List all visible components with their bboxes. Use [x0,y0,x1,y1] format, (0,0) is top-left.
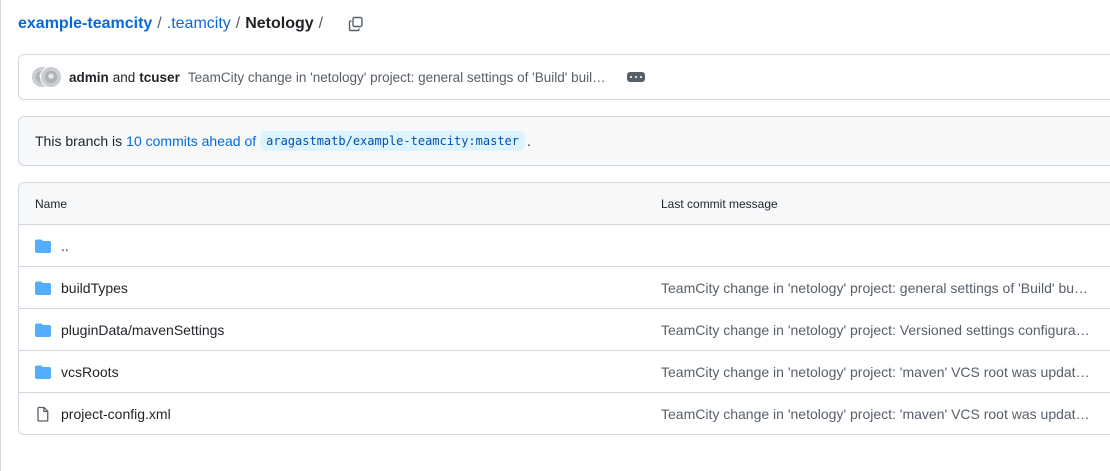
row-commit-message[interactable]: TeamCity change in 'netology' project: V… [661,322,1091,338]
table-row[interactable]: buildTypes TeamCity change in 'netology'… [19,267,1110,309]
breadcrumb-separator: / [157,15,162,32]
table-row[interactable]: pluginData/mavenSettings TeamCity change… [19,309,1110,351]
breadcrumb-current: Netology [245,15,314,32]
breadcrumb-separator: / [235,15,241,32]
file-name-link[interactable]: pluginData/mavenSettings [61,322,224,338]
folder-icon [35,323,51,337]
column-header-last-commit: Last commit message [661,196,778,211]
latest-commit-box: admin and tcuser TeamCity change in 'net… [18,54,1110,100]
table-header: Name Last commit message [19,183,1110,225]
folder-icon [35,239,51,253]
folder-icon [35,281,51,295]
commits-ahead-link[interactable]: 10 commits ahead of [126,133,256,149]
breadcrumb-separator: / [318,15,324,32]
file-name-link[interactable]: buildTypes [61,280,128,296]
row-commit-message[interactable]: TeamCity change in 'netology' project: g… [661,280,1091,296]
commit-message-link[interactable]: TeamCity change in 'netology' project: g… [188,70,613,85]
upstream-branch-ref[interactable]: aragastmatb/example-teamcity:master [260,131,525,151]
copy-path-button[interactable] [346,14,366,34]
page: example-teamcity / .teamcity / Netology … [0,0,1110,471]
copy-icon [348,16,363,32]
breadcrumb-repo-link[interactable]: example-teamcity [18,15,152,33]
commit-author-link[interactable]: admin [69,70,109,85]
file-name-link[interactable]: .. [61,238,69,254]
author-avatars [31,66,63,88]
github-mark-icon [44,70,58,84]
commit-author-link[interactable]: tcuser [139,70,180,85]
row-commit-message[interactable]: TeamCity change in 'netology' project: '… [661,364,1091,380]
file-name-link[interactable]: project-config.xml [61,406,171,422]
file-table: Name Last commit message .. buildTypes T… [18,182,1110,435]
branch-info-banner: This branch is 10 commits ahead of araga… [18,116,1110,166]
breadcrumb-folder-link[interactable]: .teamcity [167,15,231,33]
table-row[interactable]: .. [19,225,1110,267]
branch-info-prefix: This branch is [35,133,123,149]
table-row[interactable]: project-config.xml TeamCity change in 'n… [19,393,1110,434]
commit-author-conjunction: and [112,69,136,85]
avatar[interactable] [40,66,62,88]
expand-commit-button[interactable] [626,72,645,82]
breadcrumb: example-teamcity / .teamcity / Netology … [18,13,366,35]
file-name-link[interactable]: vcsRoots [61,364,119,380]
ellipsis-icon [629,76,632,78]
branch-info-suffix: . [527,133,531,149]
row-commit-message[interactable]: TeamCity change in 'netology' project: '… [661,406,1091,422]
column-header-name: Name [35,196,68,211]
folder-icon [35,365,51,379]
table-row[interactable]: vcsRoots TeamCity change in 'netology' p… [19,351,1110,393]
file-icon [37,406,49,422]
